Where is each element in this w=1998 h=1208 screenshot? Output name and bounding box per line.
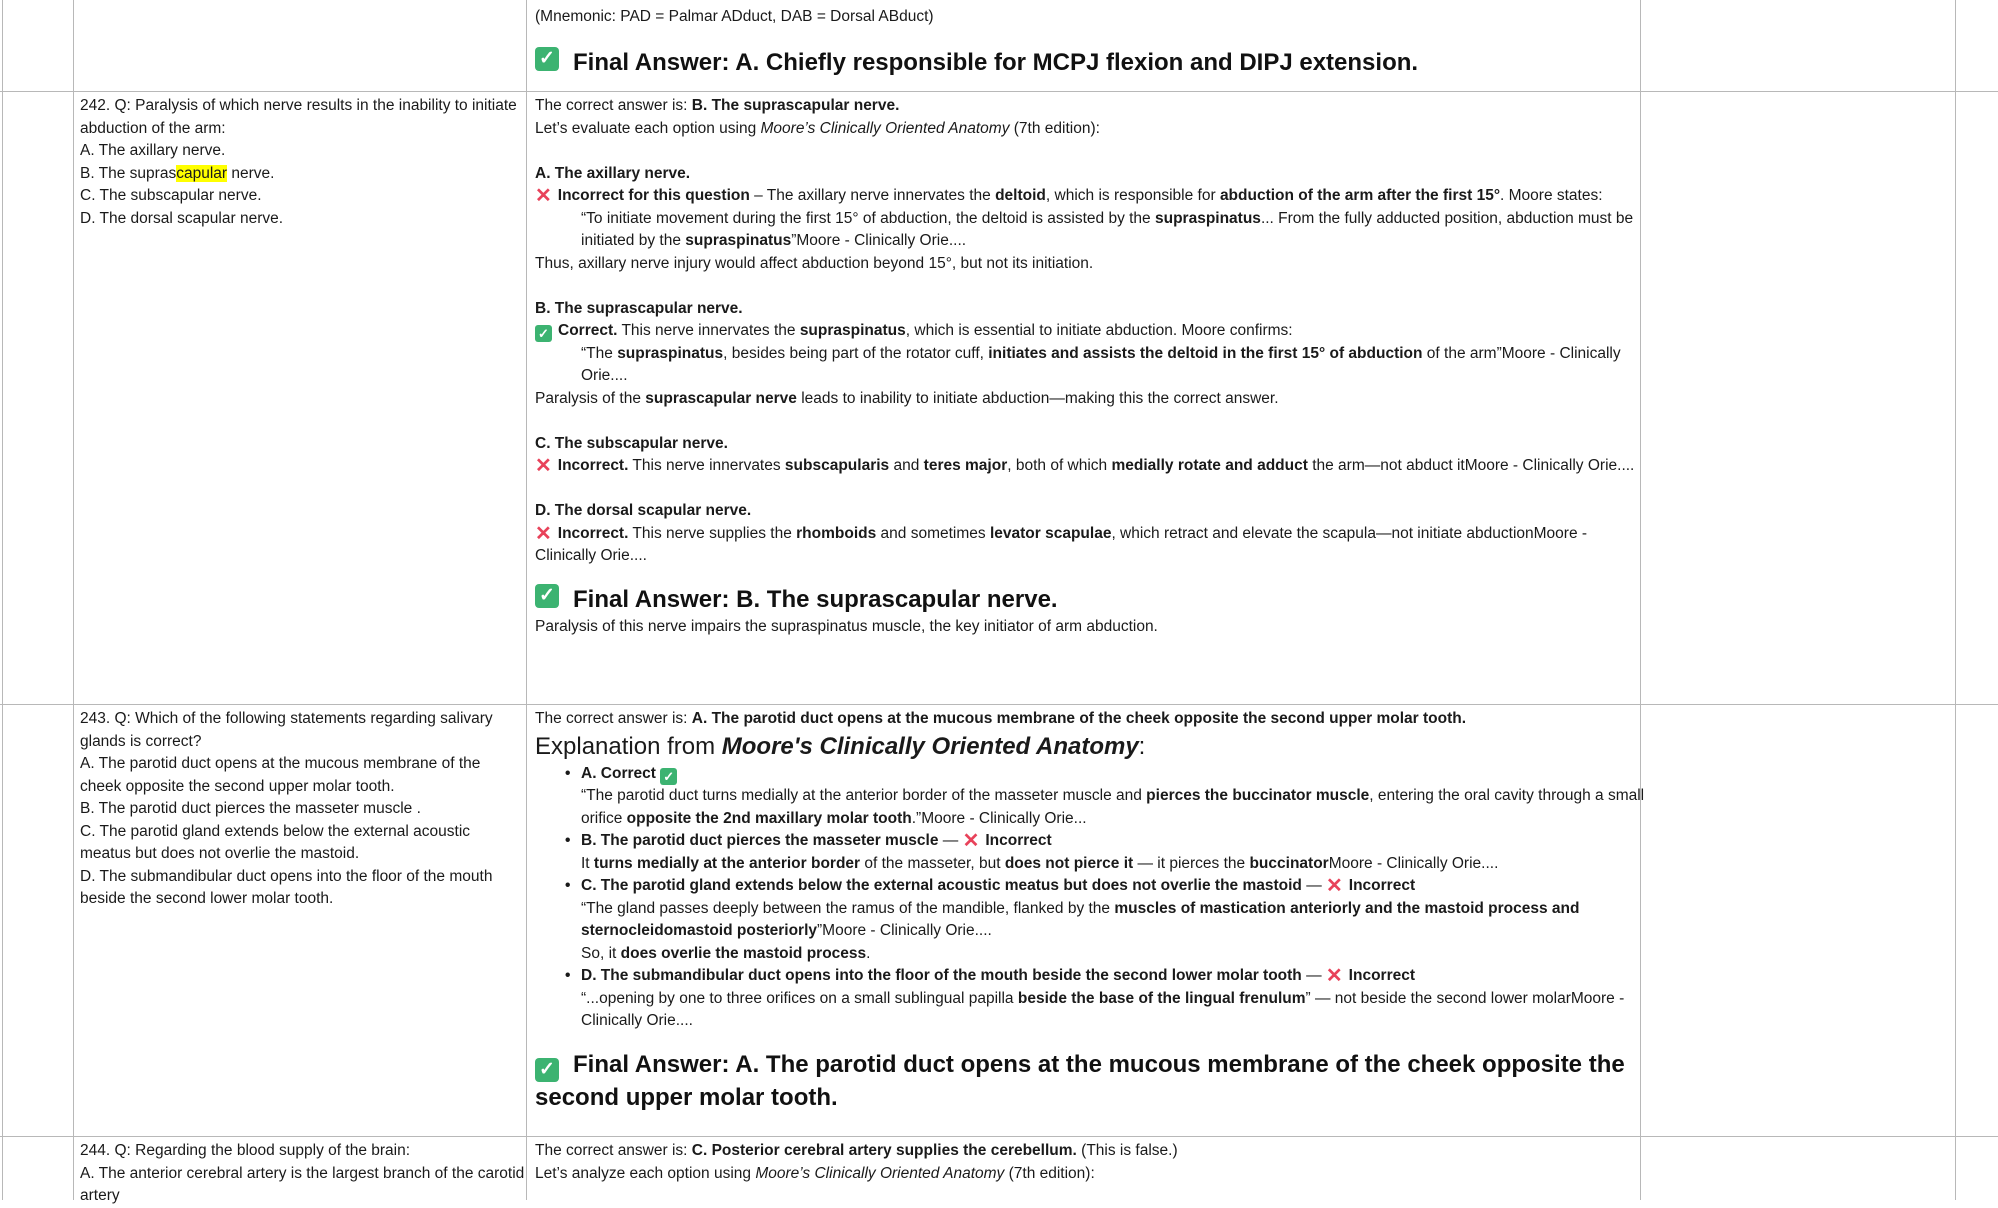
evaluate-line: Let’s evaluate each option using Moore’s… [535,119,1100,137]
row-divider-242 [0,704,1998,705]
question-cell-244: 244. Q: Regarding the blood supply of th… [80,1140,525,1208]
cross-icon: ✕ [535,455,552,477]
question-stem: 244. Q: Regarding the blood supply of th… [80,1142,411,1159]
list-item: C. The parotid gland extends below the e… [565,875,1650,965]
check-icon: ✓ [660,767,678,785]
option-d: D. The dorsal scapular nerve. [80,209,284,227]
list-item: B. The parotid duct pierces the masseter… [565,830,1650,875]
question-stem: 242. Q: Paralysis of which nerve results… [80,97,517,137]
correct-answer-line: The correct answer is: A. The parotid du… [535,710,1467,727]
option-a-quote: “To initiate movement during the first 1… [581,209,1634,250]
cross-icon: ✕ [962,830,980,852]
mnemonic-line: (Mnemonic: PAD = Palmar ADduct, DAB = Do… [535,8,934,25]
cross-icon: ✕ [535,522,552,545]
option-b-quote: It turns medially at the anterior border… [581,854,1499,872]
option-a: A. The axillary nerve. [80,142,226,159]
option-c-explanation: ✕ Incorrect. This nerve innervates subsca… [535,455,1635,477]
check-icon: ✓ [535,46,559,71]
option-d-explanation: ✕ Incorrect. This nerve supplies the rhom… [535,522,1588,565]
option-b: B. The suprascapular nerve. [80,164,275,182]
option-c-quote: “The gland passes deeply between the ram… [581,899,1580,940]
question-stem: 243. Q: Which of the following statement… [80,710,493,750]
list-item: D. The submandibular duct opens into the… [565,965,1650,1033]
option-b: B. The parotid duct pierces the masseter… [80,800,421,817]
option-b-summary: Paralysis of the suprascapular nerve lea… [535,389,1279,407]
cross-icon: ✕ [535,185,552,207]
highlighted-text: capular [176,164,228,182]
row-divider-243 [0,1136,1998,1137]
check-icon: ✓ [535,583,559,608]
question-cell-242: 242. Q: Paralysis of which nerve results… [80,95,525,230]
col-divider-2 [526,0,527,1200]
answer-cell-243: The correct answer is: A. The parotid du… [535,708,1650,1114]
option-c: C. The subscapular nerve. [80,187,262,204]
option-a: A. The parotid duct opens at the mucous … [80,755,481,795]
row-divider-241 [0,91,1998,92]
option-a-summary: Thus, axillary nerve injury would affect… [535,254,1094,272]
option-list: A. Correct ✓ “The parotid duct turns med… [535,763,1650,1033]
explanation-heading: Explanation from Moore's Clinically Orie… [535,732,1146,760]
correct-answer-line: The correct answer is: C. Posterior cere… [535,1142,1178,1159]
option-b-explanation: ✓ Correct. This nerve innervates the supr… [535,320,1650,343]
final-answer-242: ✓ Final Answer: B. The suprascapular ner… [535,583,1650,616]
option-d: D. The submandibular duct opens into the… [80,867,493,908]
check-icon: ✓ [535,1057,559,1082]
option-c: C. The parotid gland extends below the e… [80,822,471,863]
final-answer-241: ✓ Final Answer: A. Chiefly responsible f… [535,46,1650,79]
answer-cell-242: The correct answer is: B. The suprascapu… [535,95,1650,638]
option-b-heading: B. The suprascapular nerve. [535,299,743,317]
option-d-quote: “...opening by one to three orifices on … [581,989,1625,1030]
question-cell-243: 243. Q: Which of the following statement… [80,708,525,911]
option-a-heading: A. The axillary nerve. [535,164,691,182]
option-c-summary: So, it does overlie the mastoid process. [581,944,871,962]
cross-icon: ✕ [1326,875,1343,897]
answer-cell-244: The correct answer is: C. Posterior cere… [535,1140,1650,1185]
check-icon: ✓ [535,325,552,342]
option-c-heading: C. The subscapular nerve. [535,434,728,452]
col-divider-1 [73,0,74,1200]
final-answer-note: Paralysis of this nerve impairs the supr… [535,617,1158,635]
correct-answer-line: The correct answer is: B. The suprascapu… [535,97,900,114]
option-b-quote: “The supraspinatus, besides being part o… [581,344,1621,385]
option-a-explanation: ✕ Incorrect for this question – The axill… [535,185,1603,207]
col-divider-left [2,0,3,1200]
evaluate-line: Let’s analyze each option using Moore’s … [535,1164,1095,1182]
cross-icon: ✕ [1325,965,1343,987]
answer-cell-241: (Mnemonic: PAD = Palmar ADduct, DAB = Do… [535,6,1650,79]
option-a: A. The anterior cerebral artery is the l… [80,1164,525,1205]
final-answer-243: ✓ Final Answer: A. The parotid duct opens… [535,1050,1625,1111]
option-d-heading: D. The dorsal scapular nerve. [535,502,752,519]
list-item: A. Correct ✓ “The parotid duct turns med… [565,763,1650,831]
option-a-quote: “The parotid duct turns medially at the … [581,787,1645,827]
col-divider-right [1955,0,1956,1200]
